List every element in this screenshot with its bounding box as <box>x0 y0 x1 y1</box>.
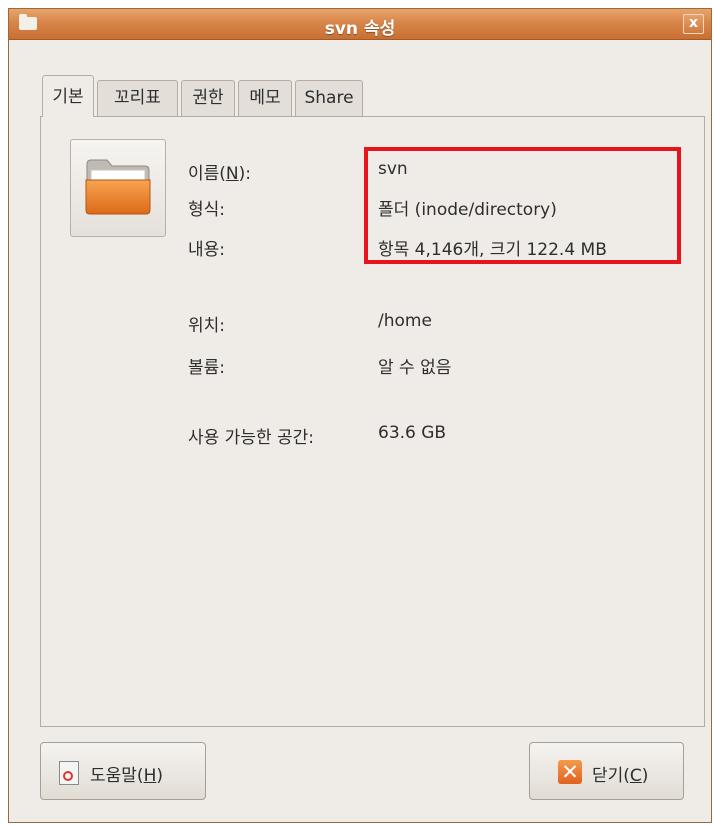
close-icon: ✕ <box>558 760 582 784</box>
title-bar[interactable]: svn 속성 x <box>9 9 711 40</box>
tab-emblems[interactable]: 꼬리표 <box>97 80 178 116</box>
window-close-button[interactable]: x <box>683 14 704 34</box>
contents-label: 내용: <box>188 240 226 260</box>
name-mnemonic: N <box>225 164 239 184</box>
free-space-value: 63.6 GB <box>378 423 447 443</box>
free-space-label: 사용 가능한 공간: <box>188 428 315 448</box>
location-value: /home <box>378 311 432 331</box>
help-mnemonic: H <box>143 766 157 786</box>
location-label: 위치: <box>188 316 226 336</box>
tab-permissions[interactable]: 권한 <box>181 80 235 116</box>
tab-notes[interactable]: 메모 <box>238 80 292 116</box>
type-label: 형식: <box>188 200 226 220</box>
help-button-label: 도움말(H) <box>90 766 163 786</box>
name-label: 이름(N): <box>188 164 252 184</box>
volume-label: 볼륨: <box>188 358 226 378</box>
volume-value: 알 수 없음 <box>378 358 452 378</box>
tab-basic[interactable]: 기본 <box>42 75 94 117</box>
help-icon <box>59 761 79 785</box>
highlight-box <box>364 147 681 264</box>
folder-icon <box>85 159 151 215</box>
close-mnemonic: C <box>629 766 642 786</box>
tab-share[interactable]: Share <box>295 80 363 116</box>
basic-tab-panel: 이름(N): svn 형식: 폴더 (inode/directory) 내용: … <box>40 116 705 727</box>
window-title: svn 속성 <box>324 19 396 39</box>
folder-icon-button[interactable] <box>70 139 166 237</box>
close-button[interactable]: ✕ 닫기(C) <box>529 742 684 800</box>
close-button-label: 닫기(C) <box>592 766 649 786</box>
properties-dialog: svn 속성 x 기본 꼬리표 권한 메모 Share 이름(N): svn 형… <box>8 8 712 823</box>
help-button[interactable]: 도움말(H) <box>40 742 206 800</box>
